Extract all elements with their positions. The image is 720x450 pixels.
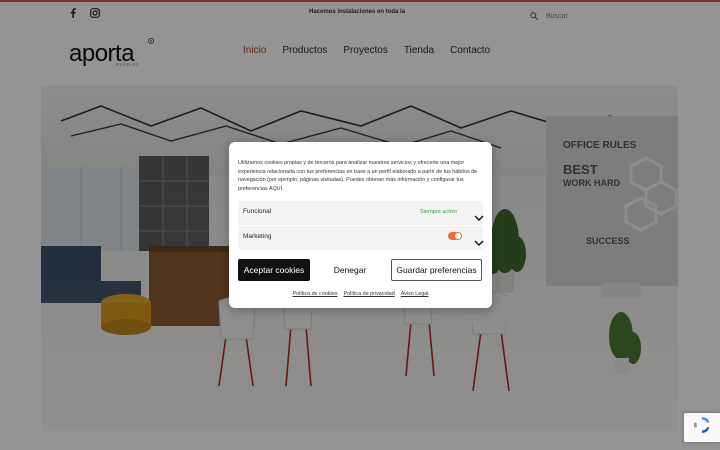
marketing-toggle[interactable] [448,232,462,240]
legal-notice-link[interactable]: Aviso Legal [401,291,429,297]
pref-row-marketing[interactable]: Marketing [238,226,484,250]
pref-status-always-active: Siempre activo [420,209,457,215]
cookie-consent-dialog: Utilizamos cookies propias y de terceros… [229,142,492,308]
recaptcha-badge[interactable] [684,413,720,442]
accept-cookies-button[interactable]: Aceptar cookies [238,259,310,281]
cookie-policy-link[interactable]: Política de cookies [293,291,338,297]
recaptcha-icon [692,415,712,440]
legal-links: Política de cookies Política de privacid… [229,291,492,297]
pref-label-funcional: Funcional [243,208,272,215]
chevron-down-icon[interactable] [474,209,484,221]
pref-row-funcional[interactable]: Funcional Siempre activo [238,201,484,225]
pref-label-marketing: Marketing [243,233,272,240]
deny-cookies-button[interactable]: Denegar [318,259,382,281]
save-preferences-button[interactable]: Guardar preferencias [391,259,482,281]
cookie-intro-text: Utilizamos cookies propias y de terceros… [238,160,478,192]
privacy-policy-link[interactable]: Política de privacidad [343,291,394,297]
chevron-down-icon[interactable] [474,234,484,246]
